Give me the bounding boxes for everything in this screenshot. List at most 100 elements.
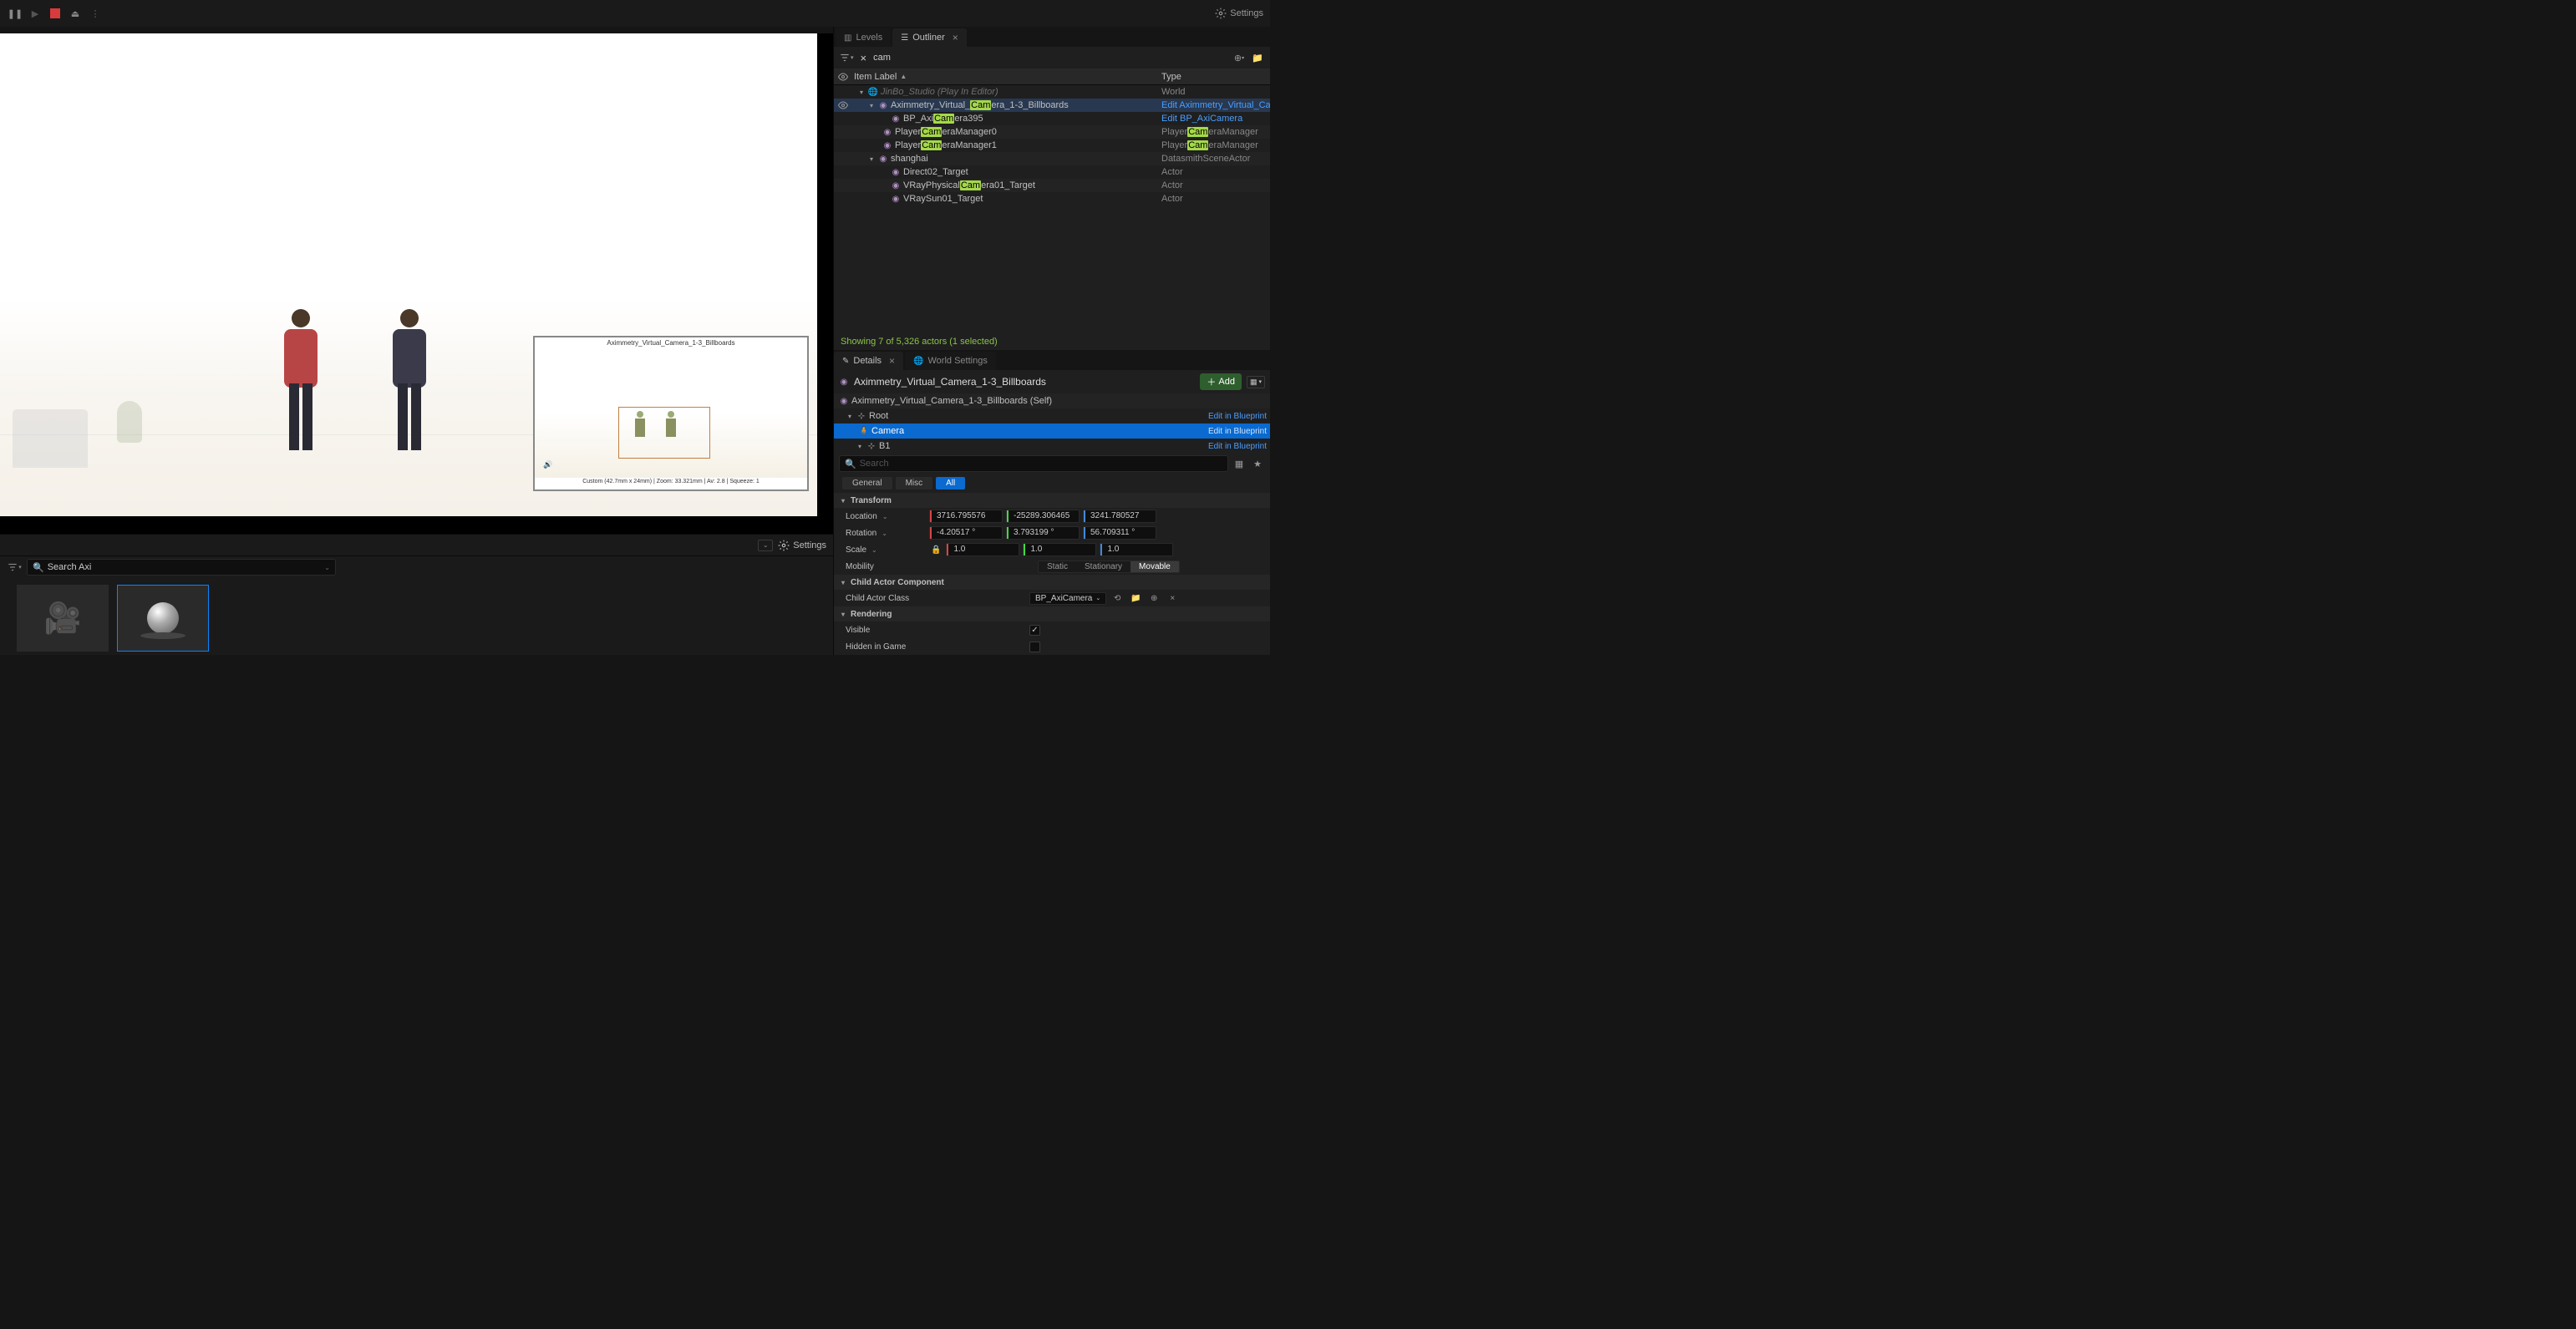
outliner-header: Item Label ▲ Type — [834, 68, 1270, 85]
location-x-input[interactable]: 3716.795576 — [929, 510, 1003, 523]
content-settings-button[interactable]: Settings — [778, 540, 826, 551]
use-selected-button[interactable]: ⟲ — [1110, 591, 1125, 606]
component-root[interactable]: ▾ ⊹ Root Edit in Blueprint — [834, 408, 1270, 424]
tree-row-bpaxi[interactable]: ◉ BP_AxiCamera395 Edit BP_AxiCamera — [834, 112, 1270, 125]
expand-icon[interactable]: ▾ — [856, 443, 864, 450]
section-header-child-actor[interactable]: ▾ Child Actor Component — [834, 575, 1270, 590]
expand-icon[interactable]: ▾ — [867, 102, 876, 109]
component-tree: ◉ Aximmetry_Virtual_Camera_1-3_Billboard… — [834, 393, 1270, 454]
speaker-icon: 🔊 — [543, 460, 552, 469]
prop-mobility: Mobility Static Stationary Movable — [834, 558, 1270, 575]
clear-button[interactable]: × — [1165, 591, 1180, 606]
rotation-z-input[interactable]: 56.709311 ° — [1083, 526, 1156, 540]
dropdown-icon[interactable]: ⌄ — [882, 530, 887, 537]
tab-outliner[interactable]: ☰ Outliner × — [892, 28, 967, 47]
lock-icon[interactable]: 🔒 — [931, 545, 941, 555]
expand-icon[interactable]: ▾ — [867, 155, 876, 163]
tab-details[interactable]: ✎ Details × — [834, 352, 903, 370]
search-dropdown[interactable]: ⌄ — [324, 564, 330, 571]
tree-row-playermgr1[interactable]: ◉ PlayerCameraManager1 PlayerCameraManag… — [834, 139, 1270, 152]
mobility-movable[interactable]: Movable — [1130, 561, 1179, 572]
scale-z-input[interactable]: 1.0 — [1100, 543, 1173, 556]
filter-misc[interactable]: Misc — [896, 477, 933, 489]
pause-button[interactable]: ❚❚ — [7, 5, 23, 22]
item-label-column[interactable]: Item Label ▲ — [852, 68, 1161, 84]
location-y-input[interactable]: -25289.306465 — [1006, 510, 1080, 523]
stop-button[interactable] — [47, 5, 64, 22]
tree-row-vraysun[interactable]: ◉ VRaySun01_Target Actor — [834, 192, 1270, 205]
edit-blueprint-link[interactable]: Edit in Blueprint — [1208, 427, 1267, 436]
location-z-input[interactable]: 3241.780527 — [1083, 510, 1156, 523]
outliner-filter-button[interactable]: ▾ — [839, 52, 854, 63]
section-header-rendering[interactable]: ▾ Rendering — [834, 606, 1270, 621]
edit-blueprint-link[interactable]: Edit in Blueprint — [1208, 442, 1267, 451]
outliner-tree: ▾ 🌐 JinBo_Studio (Play In Editor) World … — [834, 85, 1270, 333]
asset-thumb-material[interactable] — [117, 585, 209, 652]
visibility-column[interactable] — [834, 68, 852, 84]
scene-icon: ⊹ — [856, 411, 866, 421]
new-asset-button[interactable]: ⊕ — [1146, 591, 1161, 606]
component-camera[interactable]: 🧍 Camera Edit in Blueprint — [834, 424, 1270, 439]
hidden-checkbox[interactable] — [1029, 642, 1040, 652]
asset-search-input[interactable] — [48, 562, 325, 572]
component-b1[interactable]: ▾ ⊹ B1 Edit in Blueprint — [834, 439, 1270, 454]
add-component-button[interactable]: ＋ Add — [1200, 373, 1242, 390]
view-dropdown[interactable]: ⌄ — [758, 540, 773, 551]
tree-row-aximmetry[interactable]: ▾ ◉ Aximmetry_Virtual_Camera_1-3_Billboa… — [834, 99, 1270, 112]
scene-person-2 — [384, 309, 434, 459]
tree-row-shanghai[interactable]: ▾ ◉ shanghai DatasmithSceneActor — [834, 152, 1270, 165]
tree-row-playermgr0[interactable]: ◉ PlayerCameraManager0 PlayerCameraManag… — [834, 125, 1270, 139]
chevron-down-icon: ▾ — [839, 579, 847, 586]
expand-icon[interactable]: ▾ — [846, 413, 854, 420]
dropdown-icon[interactable]: ⌄ — [871, 546, 877, 554]
dropdown-icon[interactable]: ⌄ — [882, 513, 888, 520]
actor-icon: ◉ — [882, 127, 892, 137]
folder-button[interactable]: 📁 — [1250, 50, 1265, 65]
filter-icon — [839, 52, 851, 63]
view-options-button[interactable]: ▦ ▾ — [1247, 376, 1265, 388]
details-tabs: ✎ Details × 🌐 World Settings — [834, 350, 1270, 370]
mobility-static[interactable]: Static — [1039, 561, 1076, 572]
component-self[interactable]: ◉ Aximmetry_Virtual_Camera_1-3_Billboard… — [834, 393, 1270, 408]
filter-button[interactable]: ▾ — [5, 560, 23, 575]
mobility-stationary[interactable]: Stationary — [1076, 561, 1130, 572]
toolbar-menu-button[interactable]: ⋮ — [87, 5, 104, 22]
expand-icon[interactable]: ▾ — [857, 89, 866, 96]
clear-search-icon[interactable]: × — [857, 52, 871, 64]
asset-search[interactable]: 🔍 ⌄ — [27, 559, 336, 576]
child-actor-class-dropdown[interactable]: BP_AxiCamera ⌄ — [1029, 592, 1106, 605]
browse-button[interactable]: 📁 — [1128, 591, 1143, 606]
edit-blueprint-link[interactable]: Edit in Blueprint — [1208, 412, 1267, 421]
close-tab-icon[interactable]: × — [889, 355, 895, 367]
close-tab-icon[interactable]: × — [953, 32, 958, 43]
scale-y-input[interactable]: 1.0 — [1023, 543, 1096, 556]
top-toolbar: ❚❚ ▶ ⏏ ⋮ Settings — [0, 0, 1270, 27]
visibility-toggle[interactable] — [834, 100, 852, 110]
filter-general[interactable]: General — [842, 477, 892, 489]
favorite-button[interactable]: ★ — [1250, 456, 1265, 471]
eject-button[interactable]: ⏏ — [67, 5, 84, 22]
add-filter-button[interactable]: ⊕▾ — [1232, 50, 1247, 65]
scale-x-input[interactable]: 1.0 — [946, 543, 1019, 556]
type-column[interactable]: Type — [1161, 68, 1270, 84]
rotation-y-input[interactable]: 3.793199 ° — [1006, 526, 1080, 540]
scene-chair — [13, 409, 88, 468]
frame-advance-button[interactable]: ▶ — [27, 5, 43, 22]
tab-levels[interactable]: ▥ Levels — [836, 28, 891, 47]
viewport[interactable]: Aximmetry_Virtual_Camera_1-3_Billboards … — [0, 33, 833, 534]
details-search[interactable]: 🔍 — [839, 455, 1228, 472]
asset-thumb-camera[interactable]: 🎥 — [17, 585, 109, 652]
tab-world-settings[interactable]: 🌐 World Settings — [905, 352, 996, 370]
gear-icon — [778, 540, 790, 551]
visible-checkbox[interactable] — [1029, 625, 1040, 636]
settings-button[interactable]: Settings — [1215, 8, 1263, 19]
tree-row-world[interactable]: ▾ 🌐 JinBo_Studio (Play In Editor) World — [834, 85, 1270, 99]
section-header-transform[interactable]: ▾ Transform — [834, 493, 1270, 508]
tree-row-direct02[interactable]: ◉ Direct02_Target Actor — [834, 165, 1270, 179]
tree-row-vraycam[interactable]: ◉ VRayPhysicalCamera01_Target Actor — [834, 179, 1270, 192]
rotation-x-input[interactable]: -4.20517 ° — [929, 526, 1003, 540]
details-search-input[interactable] — [860, 459, 1222, 469]
filter-all[interactable]: All — [936, 477, 965, 489]
property-matrix-button[interactable]: ▦ — [1232, 456, 1247, 471]
outliner-search-input[interactable] — [873, 53, 1228, 63]
